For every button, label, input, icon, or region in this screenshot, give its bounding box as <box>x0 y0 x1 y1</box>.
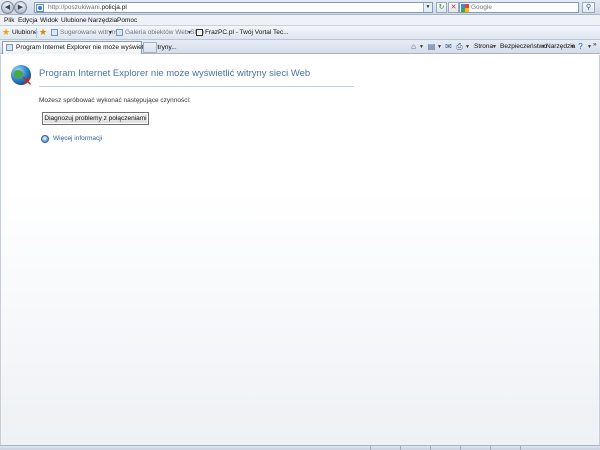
expand-down-icon[interactable]: ▾ <box>41 135 49 143</box>
address-dropdown-button[interactable]: ▼ <box>423 3 432 12</box>
suggested-sites-icon <box>51 29 58 36</box>
print-icon[interactable]: ⎙ <box>455 42 464 51</box>
chevron-down-icon: ▼ <box>425 4 431 10</box>
home-icon[interactable]: ⌂ <box>409 42 418 51</box>
stop-icon: ✕ <box>450 4 457 11</box>
back-arrow-icon: ◀ <box>4 4 11 11</box>
favorites-separator <box>36 28 37 38</box>
status-divider <box>460 446 461 450</box>
toolbar-overflow-chevron-icon[interactable]: » <box>593 41 597 49</box>
search-input[interactable] <box>471 3 576 12</box>
command-safety[interactable]: Bezpieczeństwo <box>500 43 547 51</box>
browser-window: ◀ ▶ http://poszukiwani.policja.pl ▼ ↻ ✕ … <box>0 0 600 450</box>
chevron-down-icon[interactable]: ▼ <box>437 43 442 51</box>
status-divider <box>370 446 371 450</box>
tab-page-icon <box>6 44 13 51</box>
menu-help[interactable]: Pomoc <box>117 16 137 25</box>
search-icon: ⚲ <box>585 4 592 11</box>
address-bar[interactable]: http://poszukiwani.policja.pl ▼ <box>34 2 433 13</box>
status-divider <box>520 446 521 450</box>
page-title: Program Internet Explorer nie może wyświ… <box>39 68 311 79</box>
url-domain: policja.pl <box>101 4 127 11</box>
url-prefix: http://poszukiwani. <box>48 4 102 11</box>
chevron-down-icon[interactable]: ▼ <box>587 43 592 51</box>
chevron-down-icon[interactable]: ▼ <box>570 43 575 51</box>
chevron-down-icon[interactable]: ▼ <box>492 43 497 51</box>
forward-arrow-icon: ▶ <box>17 4 24 11</box>
chevron-down-icon[interactable]: ▼ <box>465 43 470 51</box>
favorites-button-label[interactable]: Ulubione <box>12 29 38 37</box>
chevron-down-icon[interactable]: ▼ <box>187 29 192 37</box>
title-divider <box>39 86 354 87</box>
page-content: ✕ Program Internet Explorer nie może wyś… <box>0 55 600 445</box>
status-divider <box>490 446 491 450</box>
command-page[interactable]: Strona <box>474 43 493 51</box>
mail-icon[interactable]: ✉ <box>444 42 453 51</box>
diagnose-connection-button[interactable]: Diagnozuj problemy z połączeniami <box>42 112 149 125</box>
menu-file[interactable]: Plik <box>4 16 14 25</box>
chevron-down-icon[interactable]: ▼ <box>419 43 424 51</box>
forward-button[interactable]: ▶ <box>14 1 27 14</box>
favorites-star-icon[interactable]: ★ <box>2 27 10 38</box>
feeds-icon[interactable]: ▤ <box>427 42 436 51</box>
back-button[interactable]: ◀ <box>1 1 14 14</box>
frazpc-link[interactable]: FrazPC.pl - Twój Vortal Tec... <box>205 29 289 37</box>
address-toolbar: ◀ ▶ http://poszukiwani.policja.pl ▼ ↻ ✕ … <box>0 0 600 15</box>
new-tab-button[interactable] <box>143 42 157 53</box>
help-icon[interactable]: ? <box>576 42 585 51</box>
tab-active[interactable]: Program Internet Explorer nie może wyświ… <box>2 41 177 54</box>
menu-edit[interactable]: Edycja <box>18 16 38 25</box>
chevron-down-icon[interactable]: ▼ <box>108 29 113 37</box>
stop-button[interactable]: ✕ <box>448 2 459 13</box>
favorites-bar: ★ Ulubione ★ Sugerowane witryny ▼ Galeri… <box>0 26 600 40</box>
refresh-icon: ↻ <box>438 4 445 11</box>
more-info-link[interactable]: Więcej informacji <box>53 135 102 143</box>
search-box[interactable] <box>459 2 579 13</box>
menu-favorites[interactable]: Ulubione <box>61 16 87 25</box>
frazpc-site-icon <box>196 29 203 36</box>
tab-bar: Program Internet Explorer nie może wyświ… <box>0 40 600 54</box>
status-divider <box>430 446 431 450</box>
status-bar <box>0 445 600 450</box>
web-slice-icon <box>116 29 123 36</box>
refresh-button[interactable]: ↻ <box>436 2 447 13</box>
address-text[interactable]: http://poszukiwani.policja.pl <box>48 4 127 12</box>
menu-bar: Plik Edycja Widok Ulubione Narzędzia Pom… <box>0 15 600 26</box>
error-x-icon: ✕ <box>21 73 33 89</box>
web-slice-gallery-link[interactable]: Galeria obiektów Web Slice <box>125 29 204 37</box>
add-favorites-icon[interactable]: ★ <box>39 27 47 38</box>
status-divider <box>400 446 401 450</box>
google-icon <box>461 4 469 12</box>
menu-view[interactable]: Widok <box>40 16 58 25</box>
page-icon <box>36 4 44 12</box>
search-button[interactable]: ⚲ <box>582 2 595 13</box>
menu-tools[interactable]: Narzędzia <box>88 16 117 25</box>
hint-text: Możesz spróbować wykonać następujące czy… <box>39 97 191 104</box>
